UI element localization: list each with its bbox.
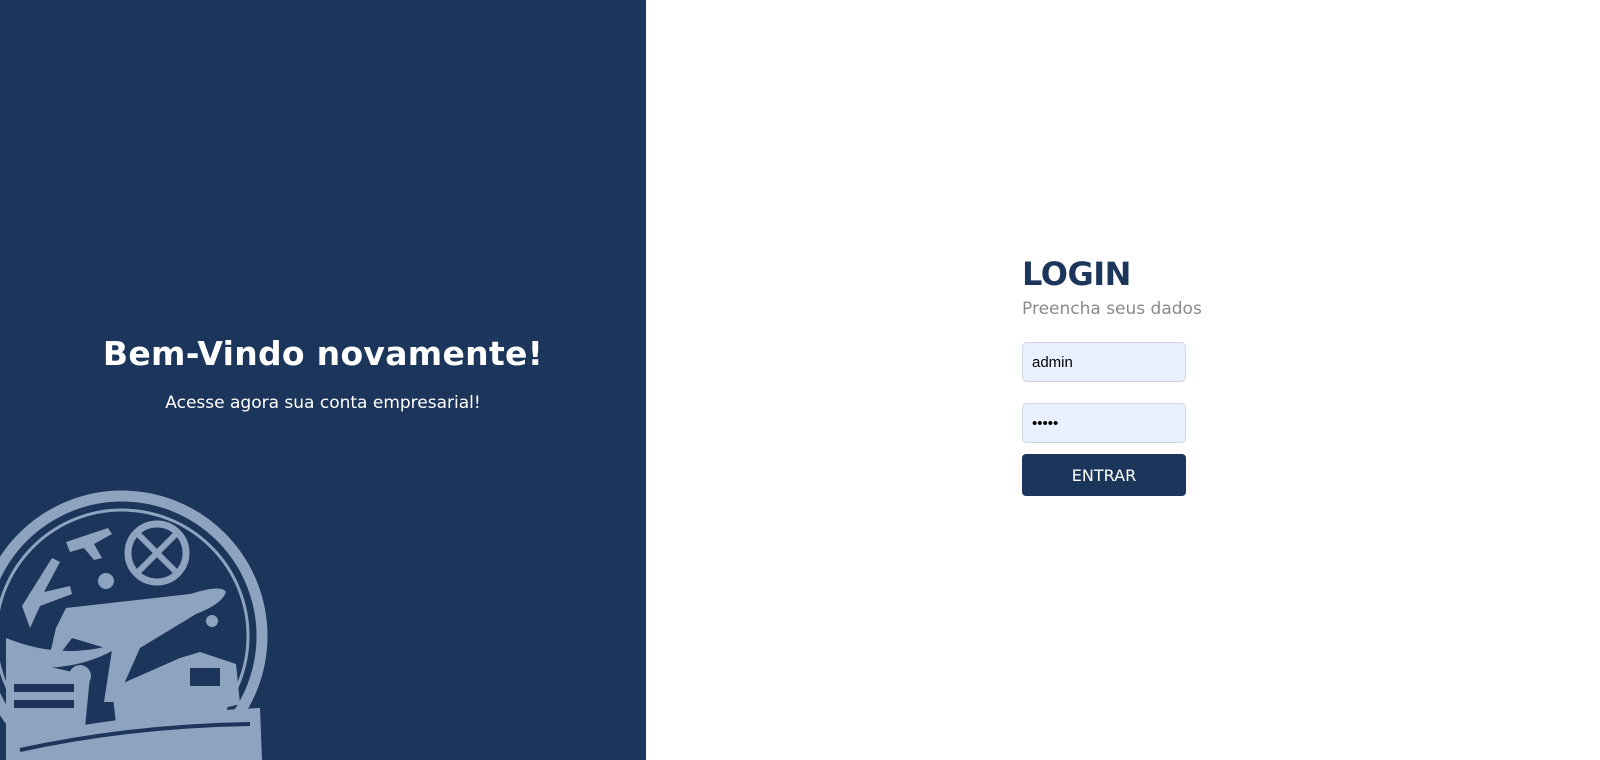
username-input[interactable] xyxy=(1022,342,1186,382)
login-title: LOGIN xyxy=(1022,255,1131,293)
login-page: Bem-Vindo novamente! Acesse agora sua co… xyxy=(0,0,1600,760)
login-panel: LOGIN Preencha seus dados ENTRAR xyxy=(646,0,1600,760)
login-subtitle: Preencha seus dados xyxy=(1022,299,1202,319)
login-submit-button[interactable]: ENTRAR xyxy=(1022,454,1186,496)
welcome-panel: Bem-Vindo novamente! Acesse agora sua co… xyxy=(0,0,646,760)
login-form: LOGIN Preencha seus dados ENTRAR xyxy=(1022,252,1222,496)
welcome-title: Bem-Vindo novamente! xyxy=(102,334,544,373)
password-input[interactable] xyxy=(1022,403,1186,443)
logistics-emblem-icon xyxy=(0,490,268,760)
welcome-subtitle: Acesse agora sua conta empresarial! xyxy=(165,393,481,413)
